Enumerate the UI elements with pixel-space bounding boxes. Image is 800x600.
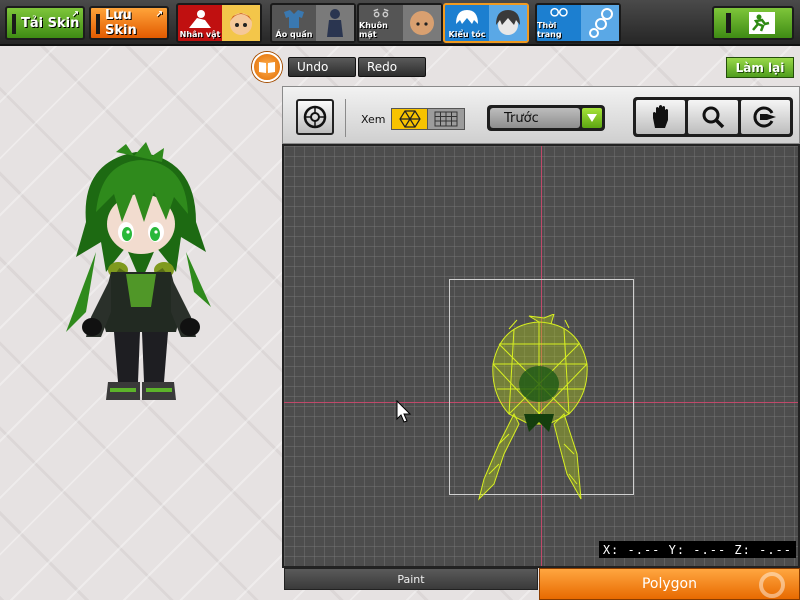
face-icon [373, 8, 389, 18]
outfit-icon [327, 9, 343, 37]
tab-paint[interactable]: Paint [284, 568, 538, 590]
face-thumbnail [403, 5, 441, 41]
hair-style-icon [496, 10, 520, 35]
category-clothes[interactable]: Áo quần [270, 3, 356, 43]
editor-panel: Xem Trước X: -.-- Y: -.-- Z: -.-- Paint … [282, 86, 800, 600]
hexagon-mesh-icon [398, 110, 421, 128]
tab-polygon-label: Polygon [641, 576, 697, 592]
bald-head-icon [410, 11, 434, 35]
category-character-tile: Nhân vật [178, 5, 222, 41]
tab-polygon[interactable]: Polygon [539, 568, 800, 600]
redo-button[interactable]: Redo [358, 57, 426, 77]
3d-viewport[interactable]: X: -.-- Y: -.-- Z: -.-- [282, 144, 800, 568]
coordinate-readout: X: -.-- Y: -.-- Z: -.-- [598, 541, 796, 558]
hair-thumbnail [489, 5, 527, 41]
undo-label: Undo [297, 60, 329, 74]
category-accessory-tile: Thời trang [537, 5, 581, 41]
zoom-button[interactable] [688, 100, 738, 134]
hair-icon [456, 10, 478, 24]
character-thumbnail [222, 5, 260, 41]
clothes-thumbnail [316, 5, 354, 41]
avatar-icon [230, 13, 252, 35]
category-label: Khuôn mặt [359, 21, 388, 39]
view-angle-dropdown[interactable]: Trước [487, 105, 605, 131]
rotate-icon [753, 106, 777, 128]
tab-paint-label: Paint [397, 572, 425, 586]
character-model [66, 142, 211, 400]
reset-button[interactable]: Làm lại [726, 57, 794, 78]
chevron-down-icon[interactable] [582, 108, 602, 128]
load-skin-button[interactable]: Tải Skin ↗ [5, 6, 85, 40]
wireframe-hair-model [478, 314, 588, 501]
top-bar: Tải Skin ↗ Lưu Skin ↗ Nhân vật Áo quần K… [0, 0, 800, 46]
mode-tabs: Paint Polygon [282, 568, 800, 600]
category-face[interactable]: Khuôn mặt [357, 3, 443, 43]
view-mesh-button[interactable] [392, 109, 429, 129]
reset-view-button[interactable] [296, 99, 334, 135]
category-hair-tile: Kiểu tóc [445, 5, 489, 41]
hand-icon [652, 105, 668, 128]
category-label: Thời trang [537, 21, 562, 39]
category-label: Nhân vật [179, 30, 221, 39]
editor-toolbar: Xem Trước [282, 86, 800, 144]
history-icon[interactable] [252, 52, 282, 82]
exit-button[interactable] [712, 6, 794, 40]
bookmark-icon [96, 14, 100, 34]
view-mode-toggle [391, 108, 465, 130]
mouse-cursor-icon [396, 400, 412, 423]
exit-icon [726, 12, 775, 34]
category-label: Áo quần [275, 30, 313, 39]
accessory-icon [589, 8, 613, 38]
grid-icon [434, 111, 458, 127]
accessory-thumbnail [581, 5, 619, 41]
bookmark-icon [12, 14, 16, 34]
reset-view-icon [303, 105, 327, 129]
rotate-button[interactable] [740, 100, 790, 134]
view-grid-button[interactable] [428, 109, 464, 129]
undo-button[interactable]: Undo [288, 57, 356, 77]
expand-arrow-icon: ↗ [155, 10, 163, 20]
reset-label: Làm lại [735, 60, 785, 75]
category-face-tile: Khuôn mặt [359, 5, 403, 41]
triangle-down-icon [587, 114, 597, 122]
category-character[interactable]: Nhân vật [176, 3, 262, 43]
category-hair[interactable]: Kiểu tóc [443, 3, 529, 43]
clothes-icon [284, 10, 304, 28]
view-angle-value: Trước [490, 108, 580, 128]
category-label: Kiểu tóc [448, 30, 486, 39]
ring-icon [759, 572, 785, 598]
toolbar-divider [345, 99, 346, 137]
character-preview [56, 142, 226, 416]
redo-label: Redo [367, 60, 398, 74]
navigation-tools [633, 97, 793, 137]
pan-button[interactable] [636, 100, 686, 134]
zoom-icon [702, 106, 725, 129]
expand-arrow-icon: ↗ [71, 10, 79, 20]
glasses-icon [550, 7, 568, 17]
book-icon [259, 62, 275, 73]
view-label: Xem [361, 113, 386, 126]
save-skin-button[interactable]: Lưu Skin ↗ [89, 6, 169, 40]
category-accessory[interactable]: Thời trang [535, 3, 621, 43]
character-icon [189, 10, 211, 28]
category-clothes-tile: Áo quần [272, 5, 316, 41]
